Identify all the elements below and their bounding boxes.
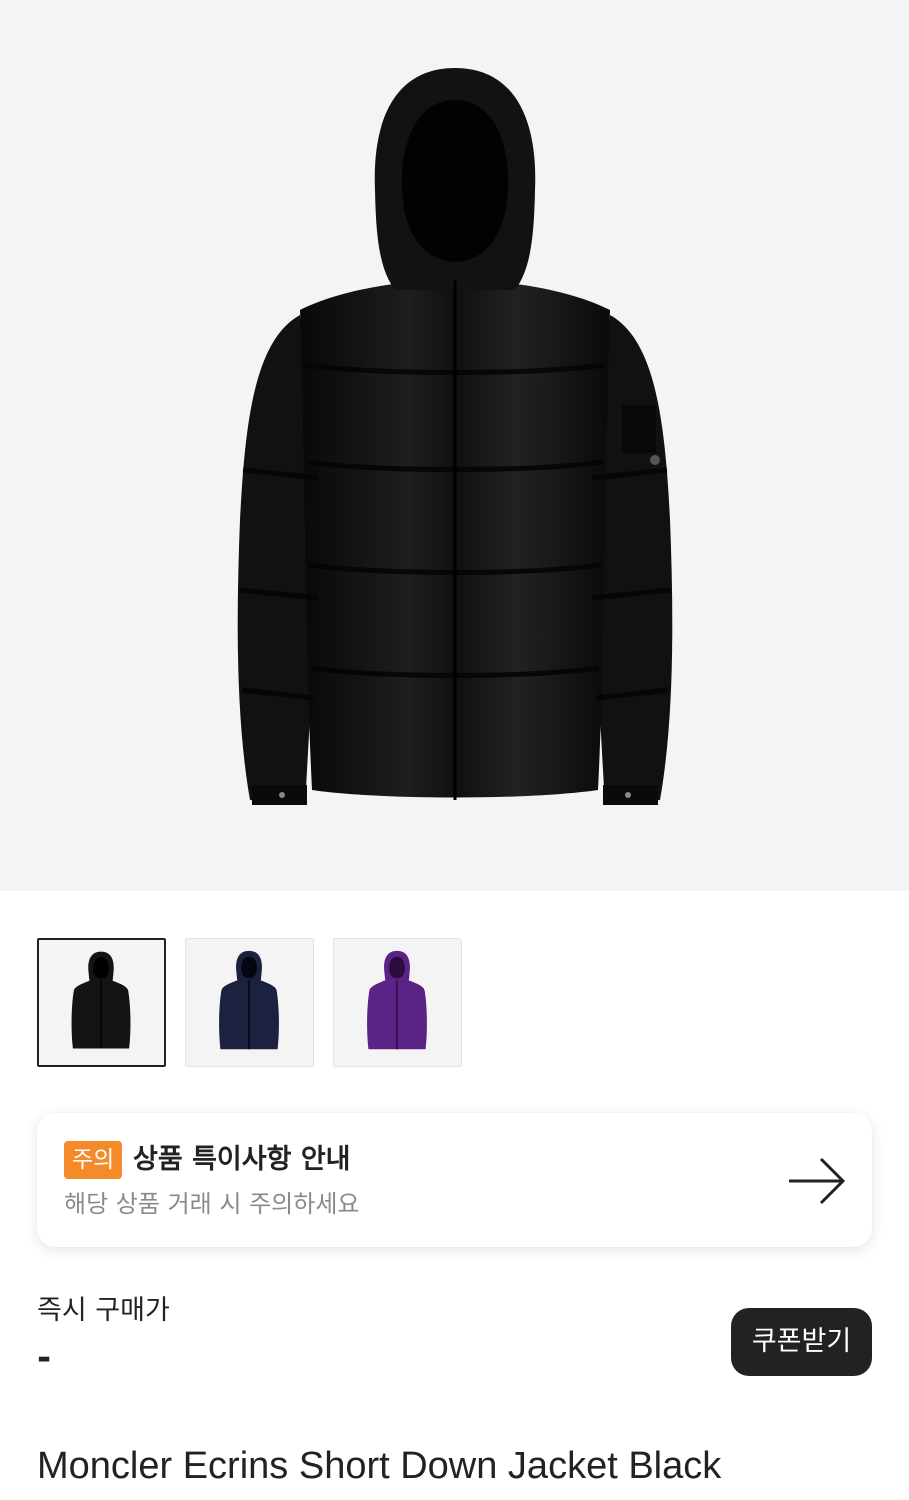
arrow-right-icon (789, 1157, 846, 1205)
notice-title: 상품 특이사항 안내 (133, 1144, 351, 1175)
instant-buy-price-label: 즉시 구매가 (37, 1295, 170, 1326)
caution-badge: 주의 (64, 1141, 123, 1179)
thumbnail-purple[interactable] (333, 938, 462, 1067)
notice-subtitle: 해당 상품 거래 시 주의하세요 (64, 1190, 360, 1218)
thumbnail-black[interactable] (37, 938, 166, 1067)
navy-jacket-thumbnail (219, 950, 279, 1050)
product-notice-card[interactable]: 주의 상품 특이사항 안내 해당 상품 거래 시 주의하세요 (37, 1113, 872, 1247)
thumbnail-gallery (37, 938, 462, 1067)
purple-jacket-thumbnail (367, 950, 427, 1050)
black-jacket-thumbnail (71, 951, 131, 1049)
product-title: Moncler Ecrins Short Down Jacket Black (37, 1445, 722, 1487)
black-down-jacket-image (237, 68, 673, 805)
thumbnail-navy[interactable] (185, 938, 314, 1067)
instant-buy-price-value: - (37, 1338, 52, 1378)
product-main-image[interactable] (0, 0, 909, 891)
get-coupon-button[interactable]: 쿠폰받기 (731, 1308, 872, 1376)
